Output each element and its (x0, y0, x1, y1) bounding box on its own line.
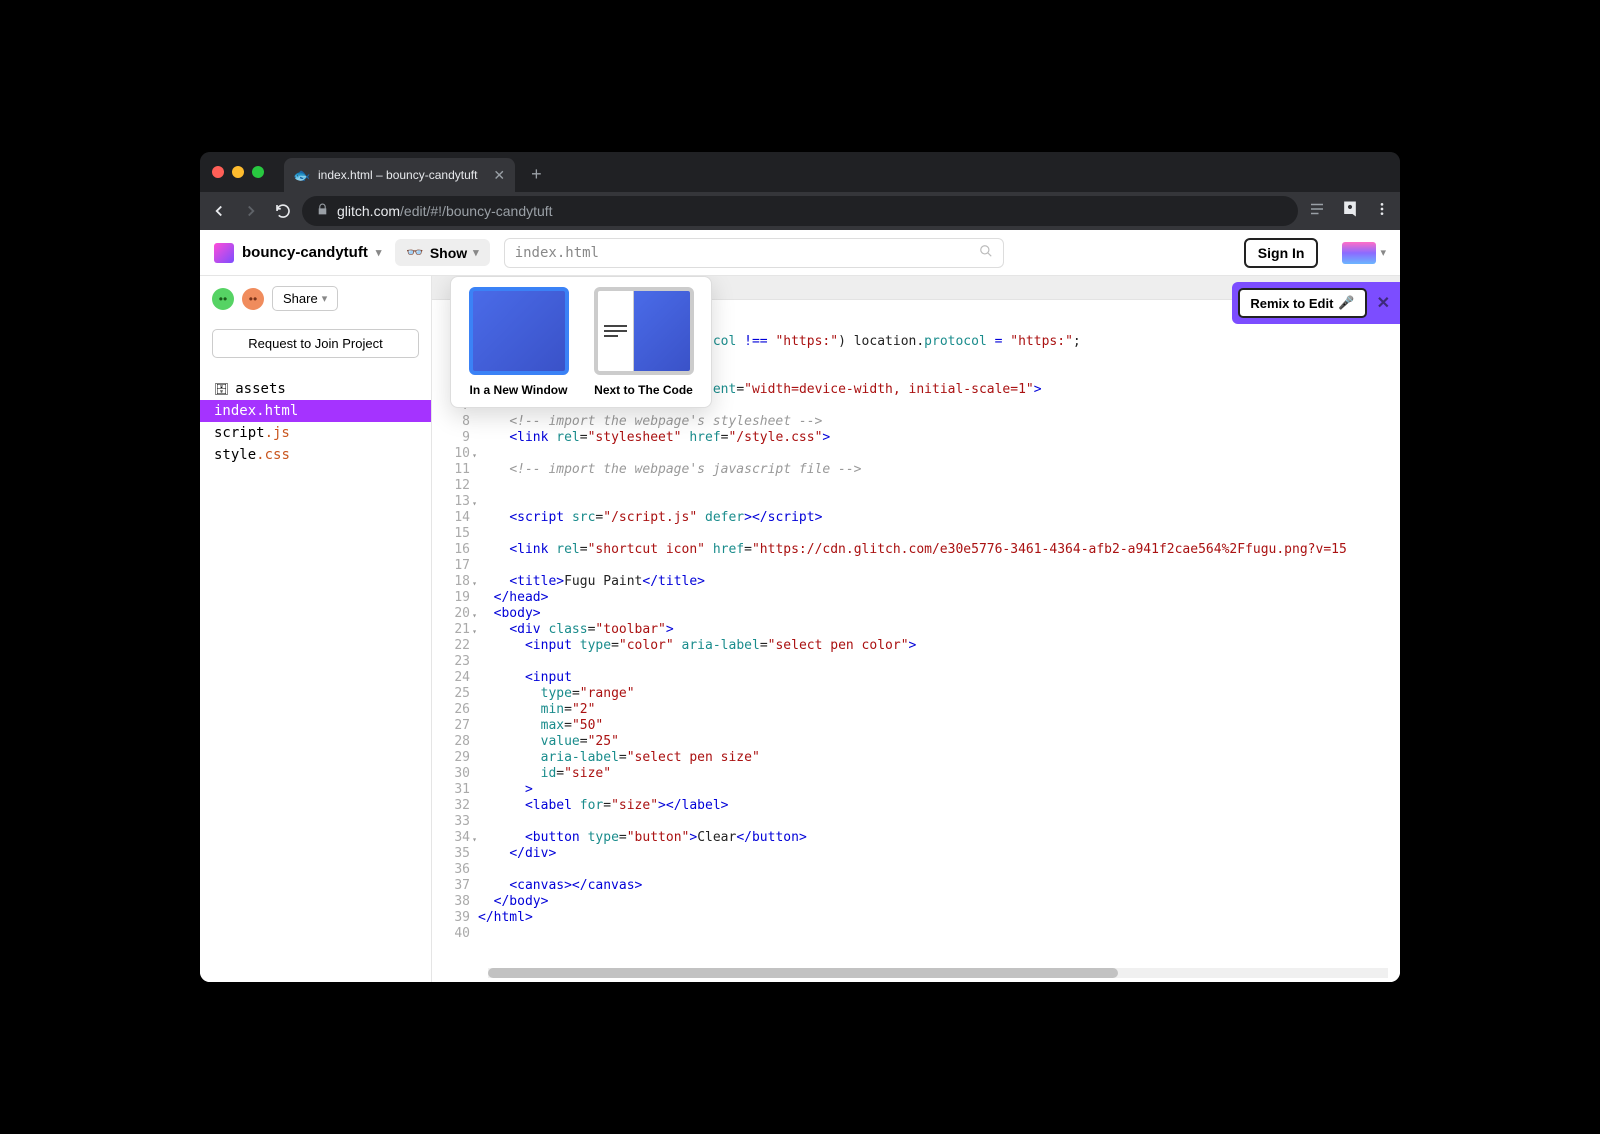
show-option-label: Next to The Code (586, 383, 701, 397)
remix-label: Remix to Edit (1250, 296, 1333, 311)
chevron-down-icon: ▾ (376, 246, 382, 259)
presence-avatar-icon[interactable]: •• (212, 288, 234, 310)
menu-icon[interactable] (1374, 201, 1390, 222)
chevron-down-icon: ▾ (473, 246, 479, 259)
reload-icon[interactable] (274, 202, 292, 220)
file-name: style.css (214, 447, 290, 463)
show-option-new-window[interactable]: In a New Window (461, 287, 576, 397)
app-main: •• •• Share ▾ Request to Join Project 🗄 a… (200, 276, 1400, 982)
window-titlebar: 🐟 index.html – bouncy-candytuft ✕ + (200, 152, 1400, 192)
new-tab-button[interactable]: + (531, 164, 542, 185)
show-label: Show (430, 245, 467, 261)
share-label: Share (283, 291, 318, 306)
glitch-logo-icon (214, 243, 234, 263)
preview-thumbnail-icon (469, 287, 569, 375)
scrollbar-thumb[interactable] (488, 968, 1118, 978)
line-gutter: 3▾45678910▾111213▾1415161718▾1920▾21▾222… (432, 334, 478, 942)
search-input[interactable]: index.html (504, 238, 1004, 268)
search-icon (979, 244, 993, 262)
project-name-dropdown[interactable]: bouncy-candytuft ▾ (214, 243, 381, 263)
microphone-icon: 🎤 (1338, 295, 1354, 311)
fish-avatar-icon (1342, 242, 1376, 264)
show-menu-popup: In a New Window Next to The Code (450, 276, 712, 408)
close-tab-icon[interactable]: ✕ (493, 167, 505, 184)
tab-favicon-icon: 🐟 (294, 167, 310, 183)
app-header: bouncy-candytuft ▾ 👓 Show ▾ index.html S… (200, 230, 1400, 276)
show-option-label: In a New Window (461, 383, 576, 397)
traffic-lights (212, 166, 264, 178)
file-item[interactable]: script.js (200, 422, 431, 444)
show-button[interactable]: 👓 Show ▾ (395, 239, 489, 266)
presence-avatar-icon[interactable]: •• (242, 288, 264, 310)
app-body: bouncy-candytuft ▾ 👓 Show ▾ index.html S… (200, 230, 1400, 982)
file-name: script.js (214, 425, 290, 441)
glasses-icon: 👓 (406, 244, 423, 261)
file-list: 🗄 assets index.html script.js style.css (200, 378, 431, 466)
file-item[interactable]: index.html (200, 400, 431, 422)
reader-icon[interactable] (1308, 200, 1326, 223)
remix-to-edit-button[interactable]: Remix to Edit 🎤 (1238, 288, 1366, 318)
browser-window: 🐟 index.html – bouncy-candytuft ✕ + glit… (200, 152, 1400, 982)
close-window-icon[interactable] (212, 166, 224, 178)
project-name-label: bouncy-candytuft (242, 244, 368, 261)
remix-banner: Remix to Edit 🎤 ✕ (1232, 282, 1400, 324)
file-name: index.html (214, 403, 298, 419)
back-icon[interactable] (210, 202, 228, 220)
minimize-window-icon[interactable] (232, 166, 244, 178)
sign-in-button[interactable]: Sign In (1244, 238, 1319, 268)
profile-icon[interactable] (1340, 199, 1360, 224)
chevron-down-icon: ▾ (1380, 246, 1386, 259)
horizontal-scrollbar[interactable] (488, 968, 1388, 978)
chevron-down-icon: ▾ (322, 292, 328, 305)
tab-title: index.html – bouncy-candytuft (318, 168, 477, 182)
preview-split-thumbnail-icon (594, 287, 694, 375)
forward-icon (242, 202, 260, 220)
search-placeholder: index.html (515, 245, 599, 261)
maximize-window-icon[interactable] (252, 166, 264, 178)
address-bar: glitch.com/edit/#!/bouncy-candytuft (200, 192, 1400, 230)
url-input[interactable]: glitch.com/edit/#!/bouncy-candytuft (302, 196, 1298, 226)
code-content[interactable]: <script>if (location.protocol !== "https… (478, 334, 1400, 942)
editor-area: In a New Window Next to The Code Remix t… (432, 276, 1400, 982)
folder-icon: 🗄 (214, 382, 229, 396)
file-item[interactable]: style.css (200, 444, 431, 466)
lock-icon (316, 203, 329, 219)
share-button[interactable]: Share ▾ (272, 286, 338, 311)
url-text: glitch.com/edit/#!/bouncy-candytuft (337, 203, 553, 219)
file-item[interactable]: 🗄 assets (200, 378, 431, 400)
user-avatar-dropdown[interactable]: ▾ (1332, 242, 1386, 264)
browser-tab[interactable]: 🐟 index.html – bouncy-candytuft ✕ (284, 158, 515, 192)
sidebar: •• •• Share ▾ Request to Join Project 🗄 a… (200, 276, 432, 982)
close-icon[interactable]: ✕ (1373, 293, 1394, 313)
request-join-button[interactable]: Request to Join Project (212, 329, 419, 358)
file-name: assets (235, 381, 286, 397)
show-option-next-to-code[interactable]: Next to The Code (586, 287, 701, 397)
